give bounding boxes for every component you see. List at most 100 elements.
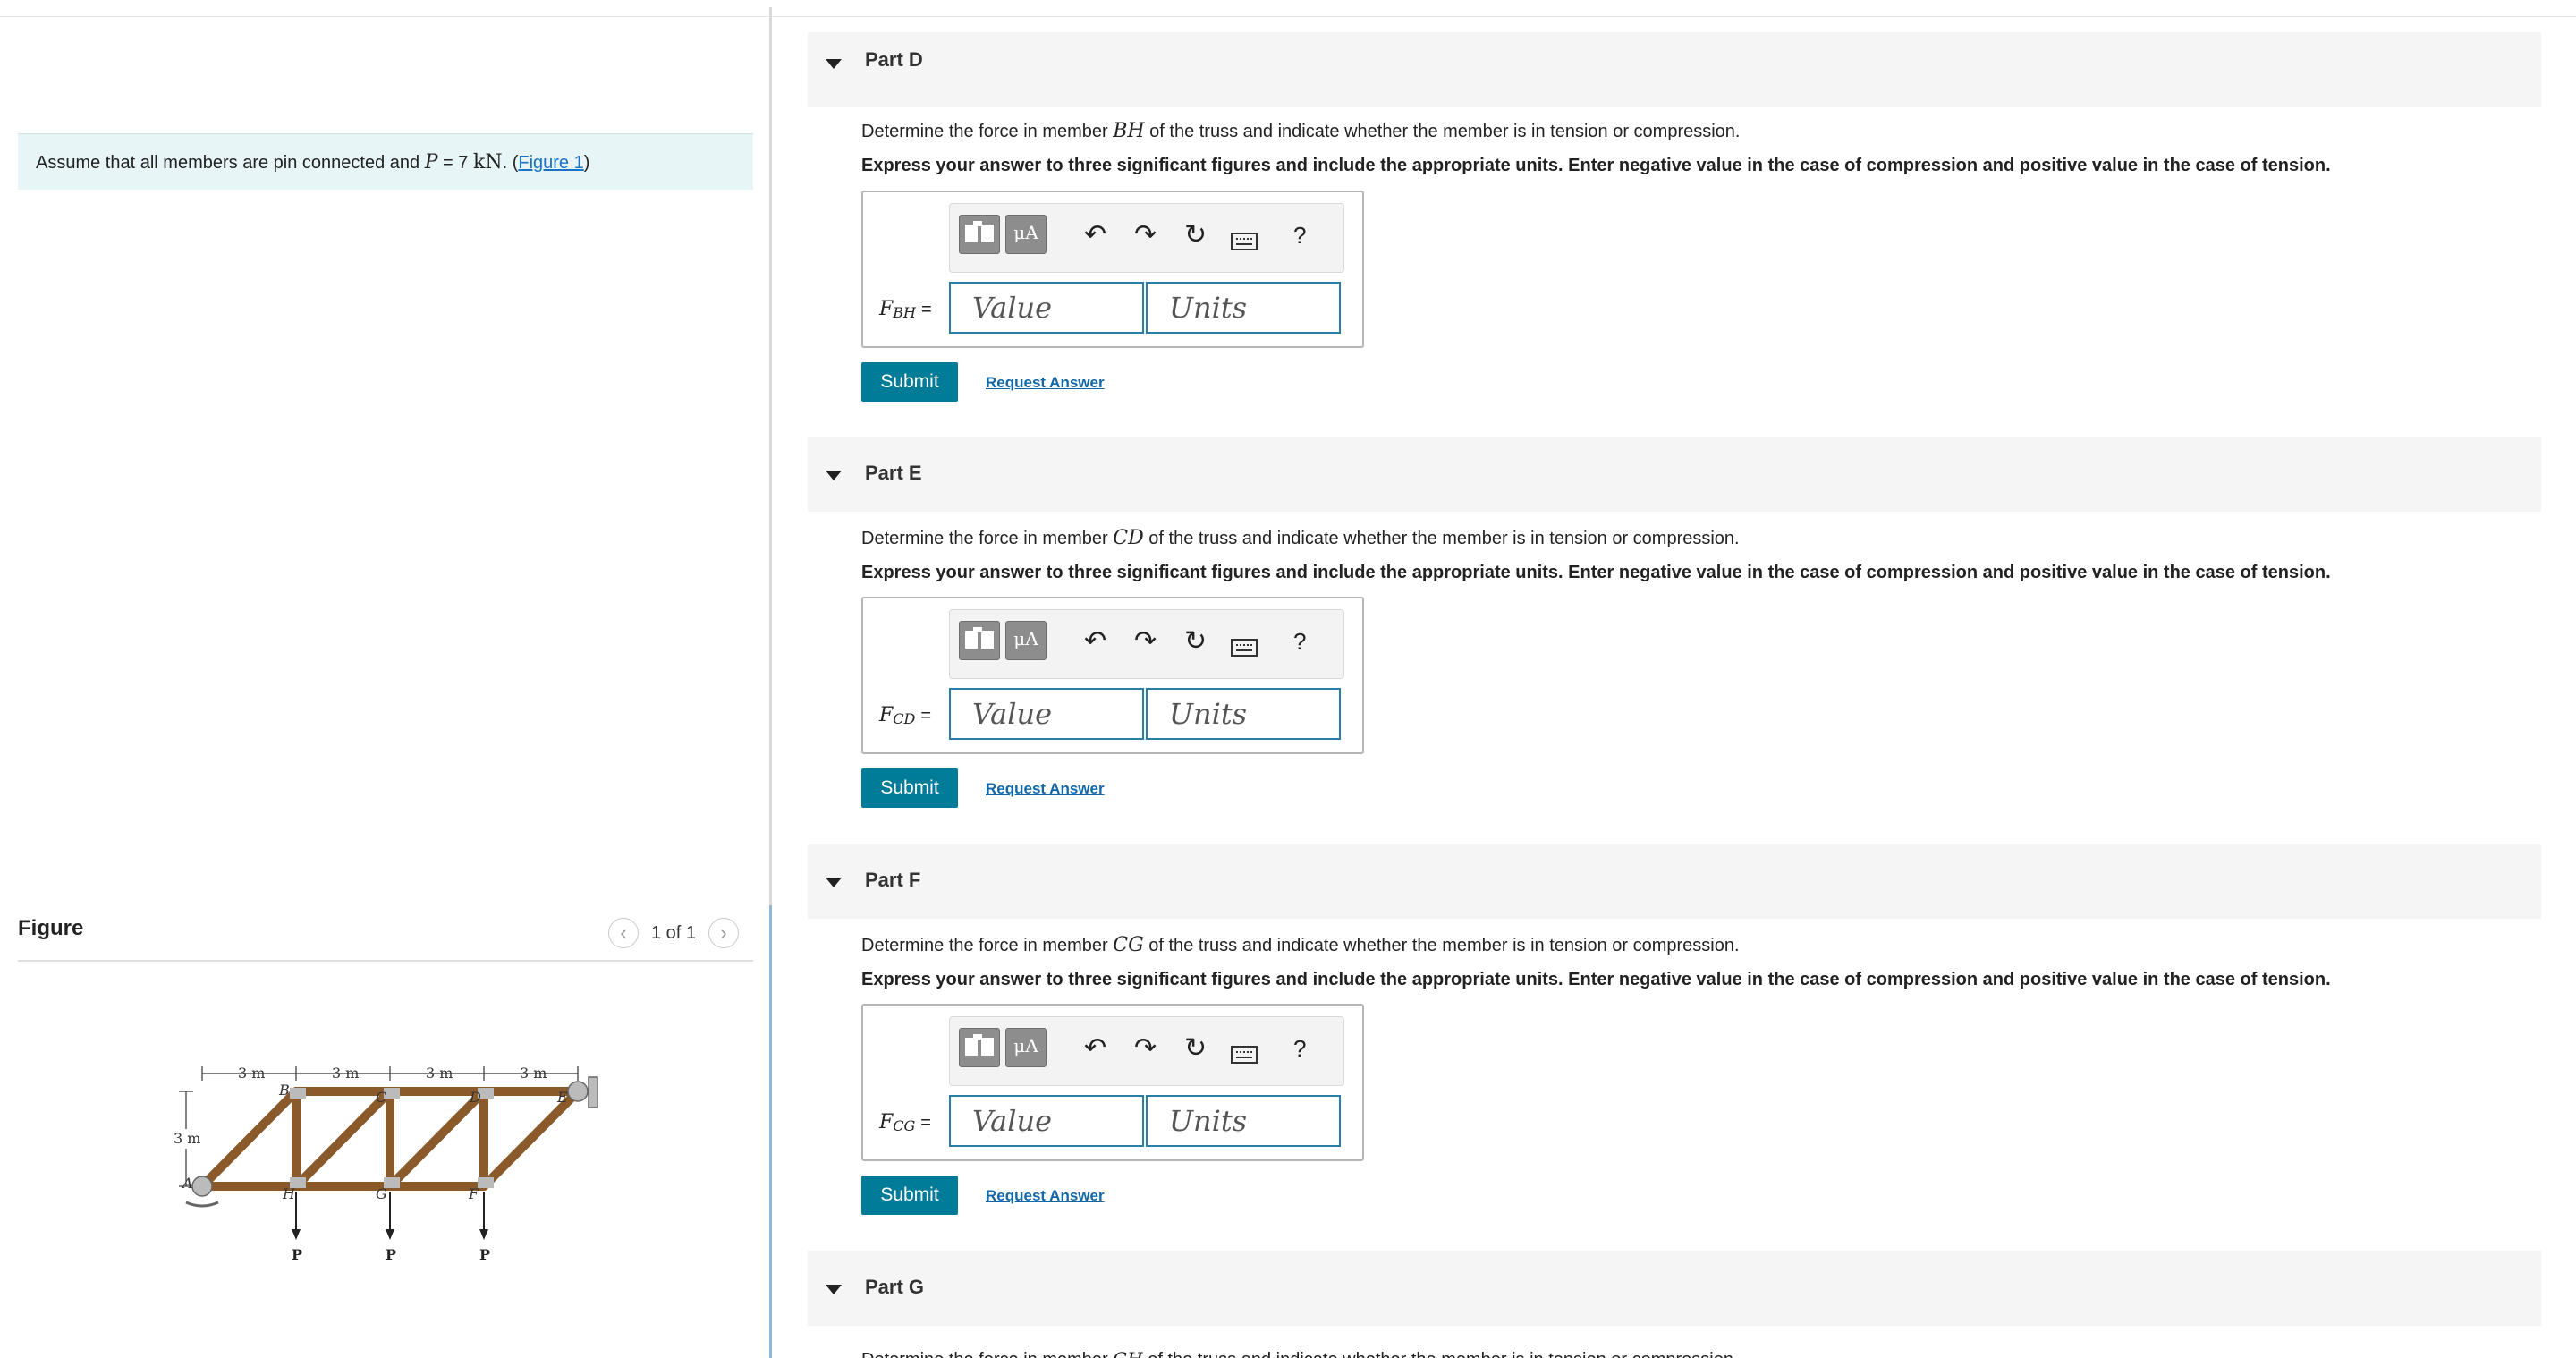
part-e-question: Determine the force in member CD of the …: [861, 527, 1740, 549]
part-f-header[interactable]: Part F: [808, 844, 2541, 919]
variable-label: FCD =: [879, 704, 931, 727]
value-input[interactable]: Value: [949, 282, 1144, 334]
dim-label: 3 m: [332, 1065, 359, 1082]
assume-equals: = 7: [437, 153, 473, 173]
part-d-question: Determine the force in member BH of the …: [861, 120, 1741, 142]
variable-symbol: F: [879, 704, 894, 726]
templates-icon: [965, 1034, 994, 1056]
load-arrows: [295, 1192, 485, 1233]
keyboard-icon[interactable]: [1231, 633, 1258, 664]
part-e-answer-box: μA ↶ ↷ ↻ ? FCD = Value Units: [861, 597, 1364, 754]
help-button[interactable]: ?: [1293, 1033, 1306, 1064]
member-ab: [198, 1087, 301, 1191]
dim-label: 3 m: [238, 1065, 265, 1082]
part-f-title: Part F: [865, 869, 921, 891]
joint-label: B: [278, 1082, 290, 1099]
dim-label: 3 m: [426, 1065, 453, 1082]
help-button[interactable]: ?: [1293, 626, 1306, 657]
units-input[interactable]: Units: [1146, 282, 1341, 334]
assume-variable: P: [424, 151, 438, 174]
joint-label: G: [376, 1185, 387, 1202]
units-button[interactable]: μA: [1005, 621, 1046, 660]
keyboard-icon[interactable]: [1231, 227, 1258, 258]
variable-subscript: CD: [893, 710, 916, 727]
templates-button[interactable]: [959, 1028, 1000, 1067]
height-label: 3 m: [174, 1130, 200, 1147]
value-input[interactable]: Value: [949, 688, 1144, 740]
part-f-instruction: Express your answer to three significant…: [861, 970, 2331, 989]
member-name: GH: [1113, 1348, 1142, 1358]
part-g-title: Part G: [865, 1276, 925, 1298]
part-e-submit-button[interactable]: Submit: [861, 768, 958, 808]
arrowhead: [479, 1229, 488, 1240]
next-figure-button[interactable]: ›: [708, 918, 740, 948]
part-f-submit-button[interactable]: Submit: [861, 1176, 958, 1215]
reset-icon[interactable]: ↻: [1184, 1033, 1207, 1064]
question-post: of the truss and indicate whether the me…: [1149, 122, 1741, 141]
units-button[interactable]: μA: [1005, 1028, 1046, 1067]
value-input[interactable]: Value: [949, 1095, 1144, 1147]
figure-title: Figure: [18, 916, 84, 940]
prev-figure-button[interactable]: ‹: [608, 918, 639, 948]
part-d-submit-button[interactable]: Submit: [861, 362, 958, 402]
math-toolbar: μA ↶ ↷ ↻ ?: [949, 1016, 1344, 1086]
units-button[interactable]: μA: [1005, 215, 1046, 254]
assume-close: ): [583, 153, 590, 173]
chevron-left-icon: ‹: [620, 921, 627, 944]
question-pre: Determine the force in member: [861, 529, 1108, 548]
equals-sign: =: [920, 706, 932, 726]
part-e-request-answer-link[interactable]: Request Answer: [986, 780, 1105, 798]
gusset-b: [290, 1088, 306, 1099]
pin-a: [191, 1176, 213, 1197]
templates-button[interactable]: [959, 215, 1000, 254]
question-pre: Determine the force in member: [861, 1350, 1108, 1358]
part-e-header[interactable]: Part E: [808, 437, 2541, 512]
joint-label: F: [468, 1185, 479, 1202]
question-post: of the truss and indicate whether the me…: [1148, 529, 1740, 548]
arrowhead: [292, 1229, 301, 1240]
part-f-question: Determine the force in member CG of the …: [861, 934, 1740, 956]
wall-e: [588, 1076, 598, 1108]
undo-icon[interactable]: ↶: [1084, 220, 1106, 250]
assume-period: . (: [502, 153, 519, 173]
part-f-request-answer-link[interactable]: Request Answer: [986, 1187, 1105, 1205]
truss-figure: 3 m 3 m 3 m 3 m 3 m B C D E A H G F P P …: [166, 1065, 598, 1263]
load-label: P: [292, 1246, 302, 1263]
redo-icon[interactable]: ↷: [1134, 1033, 1157, 1064]
reset-icon[interactable]: ↻: [1184, 626, 1207, 657]
undo-icon[interactable]: ↶: [1084, 1033, 1106, 1064]
templates-button[interactable]: [959, 621, 1000, 660]
undo-icon[interactable]: ↶: [1084, 626, 1106, 657]
member-name: BH: [1113, 120, 1145, 142]
help-button[interactable]: ?: [1293, 220, 1306, 250]
variable-label: FBH =: [879, 298, 932, 321]
part-d-header[interactable]: Part D: [808, 32, 2541, 107]
part-d-request-answer-link[interactable]: Request Answer: [986, 374, 1105, 392]
keyboard-icon[interactable]: [1231, 1040, 1258, 1071]
variable-subscript: BH: [893, 304, 916, 321]
variable-symbol: F: [879, 1111, 894, 1133]
reset-icon[interactable]: ↻: [1184, 220, 1207, 250]
units-input[interactable]: Units: [1146, 688, 1341, 740]
assume-unit: kN: [472, 151, 503, 174]
redo-icon[interactable]: ↷: [1134, 220, 1157, 250]
joint-label: H: [282, 1185, 296, 1202]
truss-members: [198, 1087, 582, 1191]
member-name: CG: [1113, 934, 1144, 956]
arrowhead: [386, 1229, 394, 1240]
assume-text: Assume that all members are pin connecte…: [36, 153, 420, 173]
collapse-triangle-icon: [826, 1285, 842, 1294]
part-g-question: Determine the force in member GH of the …: [861, 1348, 1739, 1358]
units-input[interactable]: Units: [1146, 1095, 1341, 1147]
pin-e: [567, 1081, 589, 1102]
question-pre: Determine the force in member: [861, 122, 1108, 141]
joint-label: C: [376, 1089, 386, 1106]
figure-nav: ‹ 1 of 1 ›: [608, 918, 740, 948]
part-d-answer-box: μA ↶ ↷ ↻ ? FBH = Value Units: [861, 191, 1364, 348]
collapse-triangle-icon: [826, 471, 842, 480]
figure-link[interactable]: Figure 1: [518, 153, 583, 173]
redo-icon[interactable]: ↷: [1134, 626, 1157, 657]
math-toolbar: μA ↶ ↷ ↻ ?: [949, 203, 1344, 273]
part-g-header[interactable]: Part G: [808, 1251, 2541, 1326]
part-e-title: Part E: [865, 462, 922, 484]
